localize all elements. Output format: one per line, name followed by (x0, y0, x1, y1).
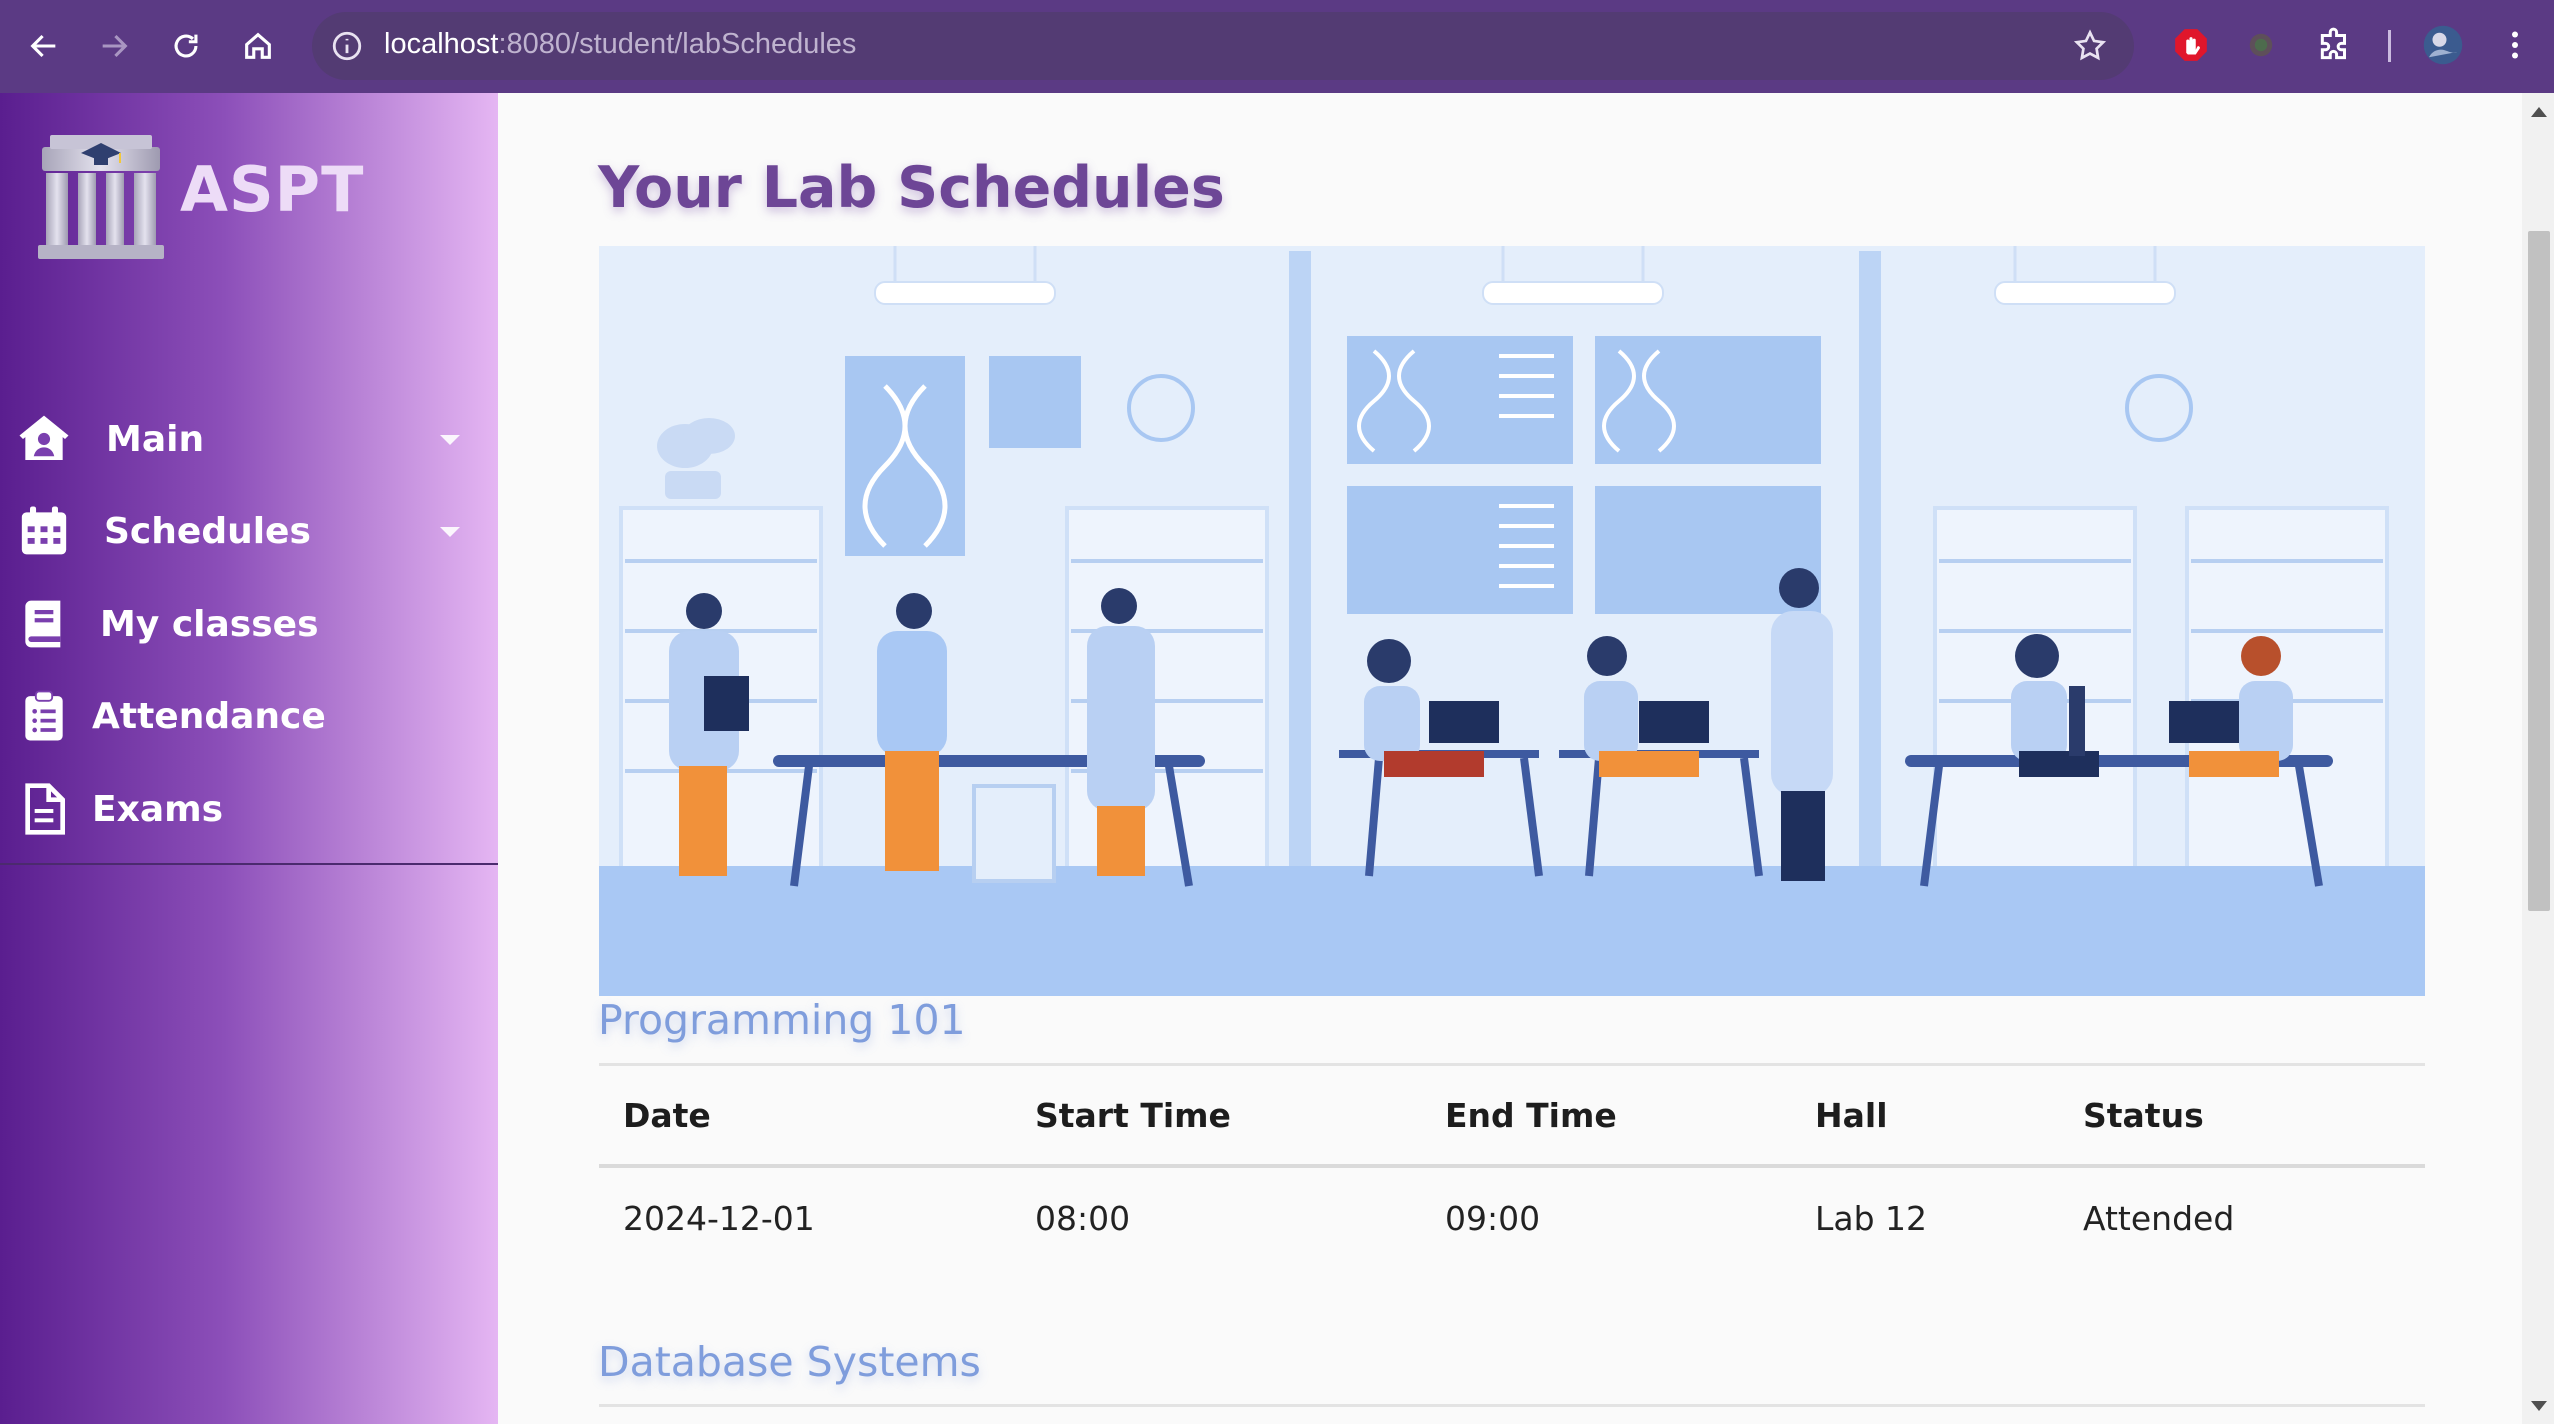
browser-toolbar: localhost:8080/student/labSchedules (0, 0, 2554, 93)
sidebar-item-label: Schedules (104, 510, 311, 552)
page-scrollbar[interactable] (2522, 93, 2554, 1424)
university-logo-icon (38, 135, 164, 259)
sidebar-item-label: Main (106, 418, 205, 460)
clipboard-list-icon (25, 690, 63, 741)
profile-avatar[interactable] (2420, 22, 2466, 68)
address-bar[interactable]: localhost:8080/student/labSchedules (312, 12, 2134, 80)
column-header: Date (599, 1063, 1011, 1168)
table-top-border (599, 1404, 2425, 1407)
site-info-icon[interactable] (330, 29, 364, 63)
home-user-icon (19, 415, 69, 460)
sidebar-item-my-classes[interactable]: My classes (16, 589, 319, 659)
sidebar-divider (0, 863, 498, 865)
date-cell: 2024-12-01 (623, 1198, 815, 1238)
start-time-cell: 08:00 (1035, 1198, 1131, 1238)
course-title: Programming 101 (598, 996, 966, 1044)
document-icon (25, 783, 65, 835)
calendar-icon (21, 506, 67, 555)
status-cell: Attended (2083, 1198, 2235, 1238)
lab-illustration (599, 246, 2425, 996)
hall-cell: Lab 12 (1815, 1198, 1928, 1238)
bookmark-star-icon[interactable] (2072, 28, 2108, 64)
course-title: Database Systems (598, 1338, 981, 1386)
sidebar-item-label: Exams (92, 788, 224, 830)
column-header: Hall (1791, 1063, 2059, 1168)
brand-name: ASPT (180, 153, 365, 226)
chevron-down-icon[interactable] (440, 435, 460, 445)
page-title: Your Lab Schedules (598, 155, 1225, 221)
scroll-down-arrow-icon[interactable] (2531, 1401, 2547, 1411)
home-icon[interactable] (234, 22, 282, 70)
url-text: localhost:8080/student/labSchedules (384, 28, 857, 60)
ad-block-icon[interactable] (2168, 22, 2214, 68)
forward-icon[interactable] (90, 22, 138, 70)
extensions-puzzle-icon[interactable] (2312, 22, 2358, 68)
column-header: End Time (1421, 1063, 1791, 1168)
sidebar-item-label: Attendance (92, 695, 326, 737)
sidebar: ASPT Main Schedules My classes Attendanc… (0, 93, 498, 1424)
toolbar-separator (2388, 30, 2391, 62)
sidebar-item-main[interactable]: Main (16, 404, 204, 474)
table-header-row: Date Start Time End Time Hall Status (599, 1063, 2425, 1168)
extension-icon[interactable] (2238, 22, 2284, 68)
sidebar-item-label: My classes (100, 603, 319, 645)
book-icon (25, 600, 61, 648)
scroll-up-arrow-icon[interactable] (2531, 107, 2547, 117)
scrollbar-thumb[interactable] (2528, 231, 2550, 911)
sidebar-item-exams[interactable]: Exams (16, 774, 223, 844)
column-header: Start Time (1011, 1063, 1421, 1168)
reload-icon[interactable] (162, 22, 210, 70)
sidebar-item-schedules[interactable]: Schedules (16, 496, 311, 566)
chevron-down-icon[interactable] (440, 527, 460, 537)
column-header: Status (2059, 1063, 2425, 1168)
end-time-cell: 09:00 (1445, 1198, 1541, 1238)
kebab-menu-icon[interactable] (2492, 22, 2538, 68)
back-icon[interactable] (20, 22, 68, 70)
main-content: Your Lab Schedules Programming 101 Date … (498, 93, 2522, 1424)
schedule-table: Date Start Time End Time Hall Status 202… (599, 1063, 2425, 1268)
table-row: 2024-12-01 08:00 09:00 Lab 12 Attended (599, 1166, 2425, 1268)
sidebar-item-attendance[interactable]: Attendance (16, 681, 326, 751)
